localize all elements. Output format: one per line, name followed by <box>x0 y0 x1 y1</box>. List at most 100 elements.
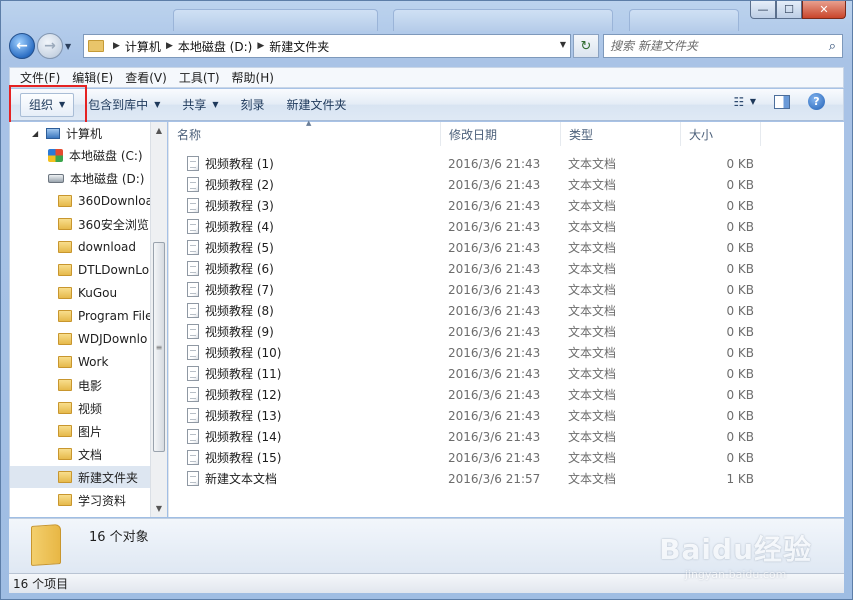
tree-item[interactable]: 图片 <box>10 420 150 442</box>
file-row[interactable]: 视频教程 (4) <box>187 216 274 237</box>
tree-item[interactable]: 视频 <box>10 397 150 419</box>
text-file-icon <box>187 219 199 234</box>
column-header-name[interactable]: 名称 ▲ <box>169 119 441 146</box>
tree-item[interactable]: KuGou <box>10 282 150 304</box>
forward-button[interactable]: → <box>37 33 63 59</box>
file-row[interactable]: 视频教程 (13) <box>187 405 281 426</box>
address-bar[interactable]: ▶ 计算机 ▶ 本地磁盘 (D:) ▶ 新建文件夹 ▼ <box>83 34 571 58</box>
share-label: 共享 <box>182 98 207 112</box>
refresh-button[interactable]: ↻ <box>573 34 599 58</box>
tree-item-label: 360Download <box>78 194 150 208</box>
file-row[interactable]: 视频教程 (1) <box>187 153 274 174</box>
burn-button[interactable]: 刻录 <box>233 93 273 117</box>
background-tab[interactable] <box>393 9 613 31</box>
tree-item[interactable]: 360Download <box>10 190 150 212</box>
menu-tools[interactable]: 工具(T) <box>173 69 226 86</box>
file-size: 0 KB <box>726 450 754 465</box>
text-file-icon <box>187 408 199 423</box>
back-button[interactable]: ← <box>9 33 35 59</box>
tree-item[interactable]: 文档 <box>10 443 150 465</box>
close-button[interactable]: ✕ <box>802 1 846 19</box>
recent-pages-dropdown[interactable]: ▼ <box>65 42 77 51</box>
tree-item[interactable]: 360安全浏览 <box>10 213 150 235</box>
chevron-right-icon[interactable]: ▶ <box>113 41 120 51</box>
menu-help[interactable]: 帮助(H) <box>226 69 280 86</box>
breadcrumb-drive-d[interactable]: 本地磁盘 (D:) <box>178 38 252 55</box>
column-header-type[interactable]: 类型 <box>561 122 681 146</box>
file-name: 视频教程 (7) <box>205 283 274 297</box>
address-dropdown-icon[interactable]: ▼ <box>560 40 566 49</box>
tree-item-label: Work <box>78 355 109 369</box>
tree-item[interactable]: 学习资料 <box>10 489 150 511</box>
view-options-icon[interactable]: ☷ <box>728 95 750 109</box>
chevron-right-icon[interactable]: ▶ <box>257 41 264 51</box>
preview-pane-icon[interactable] <box>774 94 790 109</box>
tree-item[interactable]: DTLDownLo <box>10 259 150 281</box>
scroll-up-icon[interactable]: ▲ <box>151 122 167 139</box>
scroll-thumb[interactable]: ≡ <box>153 242 165 452</box>
file-row[interactable]: 视频教程 (9) <box>187 321 274 342</box>
file-row[interactable]: 视频教程 (10) <box>187 342 281 363</box>
tree-item[interactable]: download <box>10 236 150 258</box>
windows-drive-icon <box>48 148 63 162</box>
tree-item[interactable]: 电影 <box>10 374 150 396</box>
tree-item[interactable]: 本地磁盘 (D:) <box>10 167 150 189</box>
file-row[interactable]: 视频教程 (5) <box>187 237 274 258</box>
file-row[interactable]: 视频教程 (15) <box>187 447 281 468</box>
include-in-library-button[interactable]: 包含到库中 ▼ <box>80 93 168 117</box>
file-row[interactable]: 视频教程 (11) <box>187 363 281 384</box>
breadcrumb-new-folder[interactable]: 新建文件夹 <box>269 38 329 55</box>
help-icon[interactable]: ? <box>808 93 825 110</box>
tree-item[interactable]: Work <box>10 351 150 373</box>
file-size: 0 KB <box>726 261 754 276</box>
file-size: 0 KB <box>726 324 754 339</box>
menu-view[interactable]: 查看(V) <box>119 69 173 86</box>
file-name: 视频教程 (5) <box>205 241 274 255</box>
file-row[interactable]: 新建文本文档 <box>187 468 277 489</box>
minimize-button[interactable]: — <box>750 1 776 19</box>
file-row[interactable]: 视频教程 (2) <box>187 174 274 195</box>
search-box[interactable]: ⌕ <box>603 34 843 58</box>
file-row[interactable]: 视频教程 (8) <box>187 300 274 321</box>
tree-item[interactable]: 本地磁盘 (C:) <box>10 144 150 166</box>
folder-icon <box>58 310 72 322</box>
column-header-size[interactable]: 大小 <box>681 122 761 146</box>
tree-item[interactable]: Program File <box>10 305 150 327</box>
menu-file[interactable]: 文件(F) <box>14 69 66 86</box>
scroll-down-icon[interactable]: ▼ <box>151 500 167 517</box>
file-row[interactable]: 视频教程 (14) <box>187 426 281 447</box>
collapse-arrow-icon[interactable]: ◢ <box>32 129 42 138</box>
share-button[interactable]: 共享 ▼ <box>174 93 226 117</box>
folder-icon <box>58 218 72 230</box>
background-tab[interactable] <box>173 9 378 31</box>
text-file-icon <box>187 450 199 465</box>
tree-item[interactable]: ◢ 计算机 <box>10 122 150 144</box>
file-type: 文本文档 <box>568 220 617 234</box>
folder-icon <box>31 523 61 567</box>
file-row[interactable]: 视频教程 (7) <box>187 279 274 300</box>
breadcrumb-computer[interactable]: 计算机 <box>125 38 161 55</box>
menu-edit[interactable]: 编辑(E) <box>66 69 119 86</box>
watermark: Baidu经验 jingyan.baidu.com <box>659 528 812 581</box>
column-header-date[interactable]: 修改日期 <box>441 122 561 146</box>
new-folder-button[interactable]: 新建文件夹 <box>279 93 355 117</box>
file-type: 文本文档 <box>568 262 617 276</box>
highlight-annotation <box>9 85 87 125</box>
file-date: 2016/3/6 21:43 <box>448 429 541 444</box>
search-icon[interactable]: ⌕ <box>829 39 836 54</box>
tree-item[interactable]: WDJDownlo <box>10 328 150 350</box>
search-input[interactable] <box>610 39 810 53</box>
new-folder-label: 新建文件夹 <box>286 98 347 112</box>
file-size: 0 KB <box>726 303 754 318</box>
maximize-button[interactable]: ☐ <box>776 1 802 19</box>
file-row[interactable]: 视频教程 (12) <box>187 384 281 405</box>
chevron-right-icon[interactable]: ▶ <box>166 41 173 51</box>
tree-item-label: download <box>78 240 137 254</box>
file-row[interactable]: 视频教程 (6) <box>187 258 274 279</box>
background-tab[interactable] <box>629 9 739 31</box>
view-dropdown-icon[interactable]: ▼ <box>750 97 756 106</box>
file-date: 2016/3/6 21:43 <box>448 261 541 276</box>
navigation-scrollbar[interactable]: ▲ ≡ ▼ <box>150 122 167 517</box>
file-row[interactable]: 视频教程 (3) <box>187 195 274 216</box>
tree-item[interactable]: 新建文件夹 <box>10 466 150 488</box>
